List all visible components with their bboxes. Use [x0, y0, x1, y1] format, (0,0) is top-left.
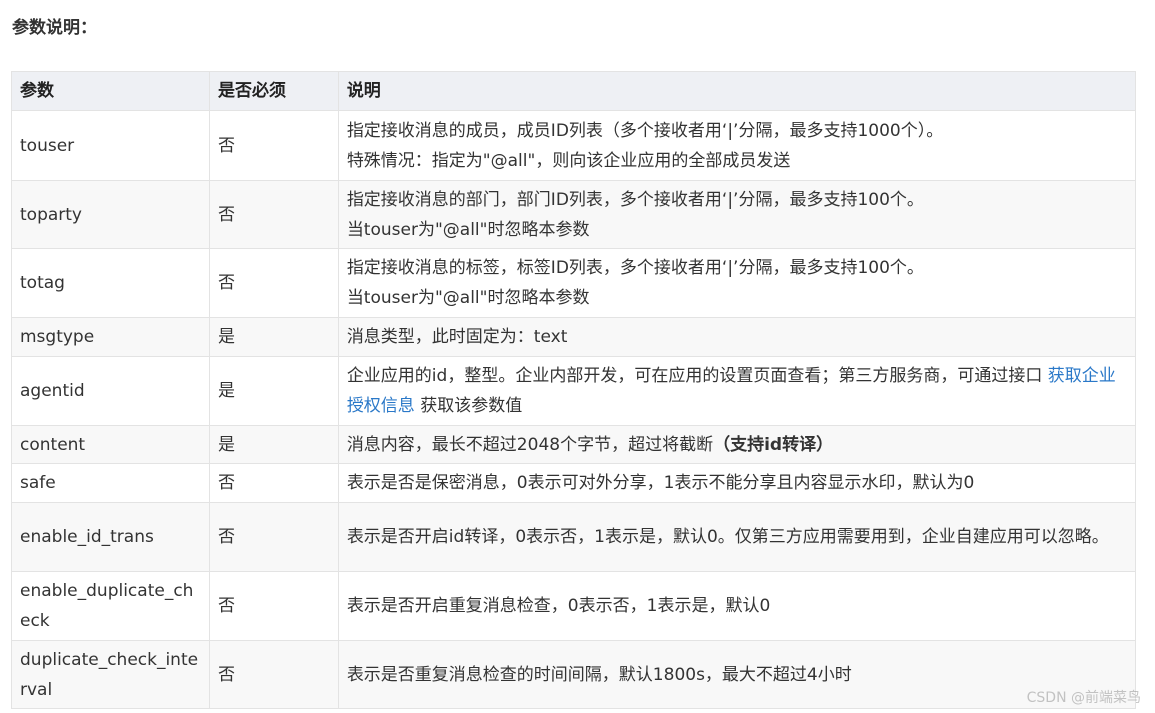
desc-line: 指定接收消息的成员，成员ID列表（多个接收者用‘|’分隔，最多支持1000个）。	[346, 120, 944, 141]
table-row: toparty 否 指定接收消息的部门，部门ID列表，多个接收者用‘|’分隔，最…	[11, 180, 1137, 249]
param-table: 参数 是否必须 说明 touser 否 指定接收消息的成员，成员ID列表（多个接…	[11, 71, 1137, 709]
page-title: 参数说明：	[12, 18, 97, 38]
table-row: enable_id_trans 否 表示是否开启id转译，0表示否，1表示是，默…	[11, 502, 1137, 572]
param-name: content	[11, 425, 210, 464]
param-name: msgtype	[11, 317, 210, 357]
desc-emphasis: （支持id转译）	[713, 434, 834, 455]
param-description: 消息类型，此时固定为：text	[337, 317, 1137, 357]
param-name: toparty	[11, 180, 210, 249]
param-description: 表示是否开启重复消息检查，0表示否，1表示是，默认0	[337, 571, 1137, 641]
table-row: safe 否 表示是否是保密消息，0表示可对外分享，1表示不能分享且内容显示水印…	[11, 463, 1137, 503]
desc-text: 消息内容，最长不超过2048个字节，超过将截断	[346, 434, 714, 455]
param-name: enable_id_trans	[11, 502, 210, 572]
desc-line: 消息类型，此时固定为：text	[346, 327, 568, 347]
param-required: 是	[208, 356, 339, 426]
desc-line: 特殊情况：指定为"@all"，则向该企业应用的全部成员发送	[346, 150, 791, 171]
watermark: CSDN @前端菜鸟	[1026, 690, 1141, 706]
param-required: 是	[208, 317, 339, 357]
desc-line: 当touser为"@all"时忽略本参数	[346, 219, 590, 240]
desc-text: 获取该参数值	[414, 396, 523, 416]
desc-line: 表示是否开启id转译，0表示否，1表示是，默认0。仅第三方应用需要用到，企业自建…	[346, 527, 1109, 547]
param-description: 指定接收消息的部门，部门ID列表，多个接收者用‘|’分隔，最多支持100个。 当…	[337, 180, 1137, 249]
desc-text: 企业应用的id，整型。企业内部开发，可在应用的设置页面查看；第三方服务商，可通过…	[346, 366, 1048, 386]
desc-line: 指定接收消息的标签，标签ID列表，多个接收者用‘|’分隔，最多支持100个。	[346, 258, 924, 278]
table-header-row: 参数 是否必须 说明	[11, 71, 1137, 111]
param-required: 否	[208, 248, 339, 318]
desc-line: 指定接收消息的部门，部门ID列表，多个接收者用‘|’分隔，最多支持100个。	[346, 189, 924, 210]
param-name: safe	[11, 463, 210, 503]
header-required: 是否必须	[208, 71, 339, 111]
desc-line: 当touser为"@all"时忽略本参数	[346, 288, 590, 308]
param-description: 消息内容，最长不超过2048个字节，超过将截断（支持id转译）	[337, 425, 1137, 464]
param-description: 表示是否是保密消息，0表示可对外分享，1表示不能分享且内容显示水印，默认为0	[337, 463, 1137, 503]
param-description: 指定接收消息的成员，成员ID列表（多个接收者用‘|’分隔，最多支持1000个）。…	[337, 110, 1137, 181]
param-required: 否	[208, 571, 339, 641]
table-row: totag 否 指定接收消息的标签，标签ID列表，多个接收者用‘|’分隔，最多支…	[11, 248, 1137, 318]
table-row: content 是 消息内容，最长不超过2048个字节，超过将截断（支持id转译…	[11, 425, 1137, 464]
desc-line: 表示是否开启重复消息检查，0表示否，1表示是，默认0	[346, 596, 771, 616]
param-required: 否	[208, 502, 339, 572]
table-row: duplicate_check_interval 否 表示是否重复消息检查的时间…	[11, 640, 1137, 709]
param-description: 表示是否重复消息检查的时间间隔，默认1800s，最大不超过4小时	[337, 640, 1137, 709]
table-row: agentid 是 企业应用的id，整型。企业内部开发，可在应用的设置页面查看；…	[11, 356, 1137, 426]
desc-line: 表示是否重复消息检查的时间间隔，默认1800s，最大不超过4小时	[346, 664, 852, 685]
param-description: 指定接收消息的标签，标签ID列表，多个接收者用‘|’分隔，最多支持100个。 当…	[337, 248, 1137, 318]
param-name: touser	[11, 110, 210, 181]
param-required: 否	[208, 180, 339, 249]
desc-line: 表示是否是保密消息，0表示可对外分享，1表示不能分享且内容显示水印，默认为0	[346, 473, 975, 493]
param-description: 表示是否开启id转译，0表示否，1表示是，默认0。仅第三方应用需要用到，企业自建…	[337, 502, 1137, 572]
table-row: msgtype 是 消息类型，此时固定为：text	[11, 317, 1137, 357]
param-name: agentid	[11, 356, 210, 426]
table-row: touser 否 指定接收消息的成员，成员ID列表（多个接收者用‘|’分隔，最多…	[11, 110, 1137, 181]
param-required: 是	[208, 425, 339, 464]
header-name: 参数	[11, 71, 210, 111]
param-required: 否	[208, 110, 339, 181]
header-description: 说明	[337, 71, 1137, 111]
table-row: enable_duplicate_check 否 表示是否开启重复消息检查，0表…	[11, 571, 1137, 641]
param-required: 否	[208, 463, 339, 503]
param-name: totag	[11, 248, 210, 318]
param-required: 否	[208, 640, 339, 709]
param-name: enable_duplicate_check	[11, 571, 210, 641]
param-name: duplicate_check_interval	[11, 640, 210, 709]
param-description: 企业应用的id，整型。企业内部开发，可在应用的设置页面查看；第三方服务商，可通过…	[337, 356, 1137, 426]
